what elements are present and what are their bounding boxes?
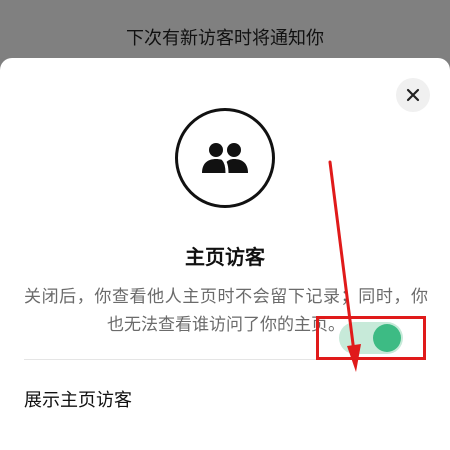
visitors-hero xyxy=(175,108,275,208)
annotation-highlight-box xyxy=(316,316,426,360)
top-banner: 下次有新访客时将通知你 xyxy=(0,0,450,58)
visitor-settings-sheet: 主页访客 关闭后，你查看他人主页时不会留下记录；同时，你也无法查看谁访问了你的主… xyxy=(0,58,450,450)
close-icon xyxy=(406,88,420,102)
show-visitors-label: 展示主页访客 xyxy=(24,390,132,411)
banner-text: 下次有新访客时将通知你 xyxy=(126,28,324,49)
users-icon xyxy=(202,143,248,174)
close-button[interactable] xyxy=(396,78,430,112)
dialog-title: 主页访客 xyxy=(185,245,265,269)
